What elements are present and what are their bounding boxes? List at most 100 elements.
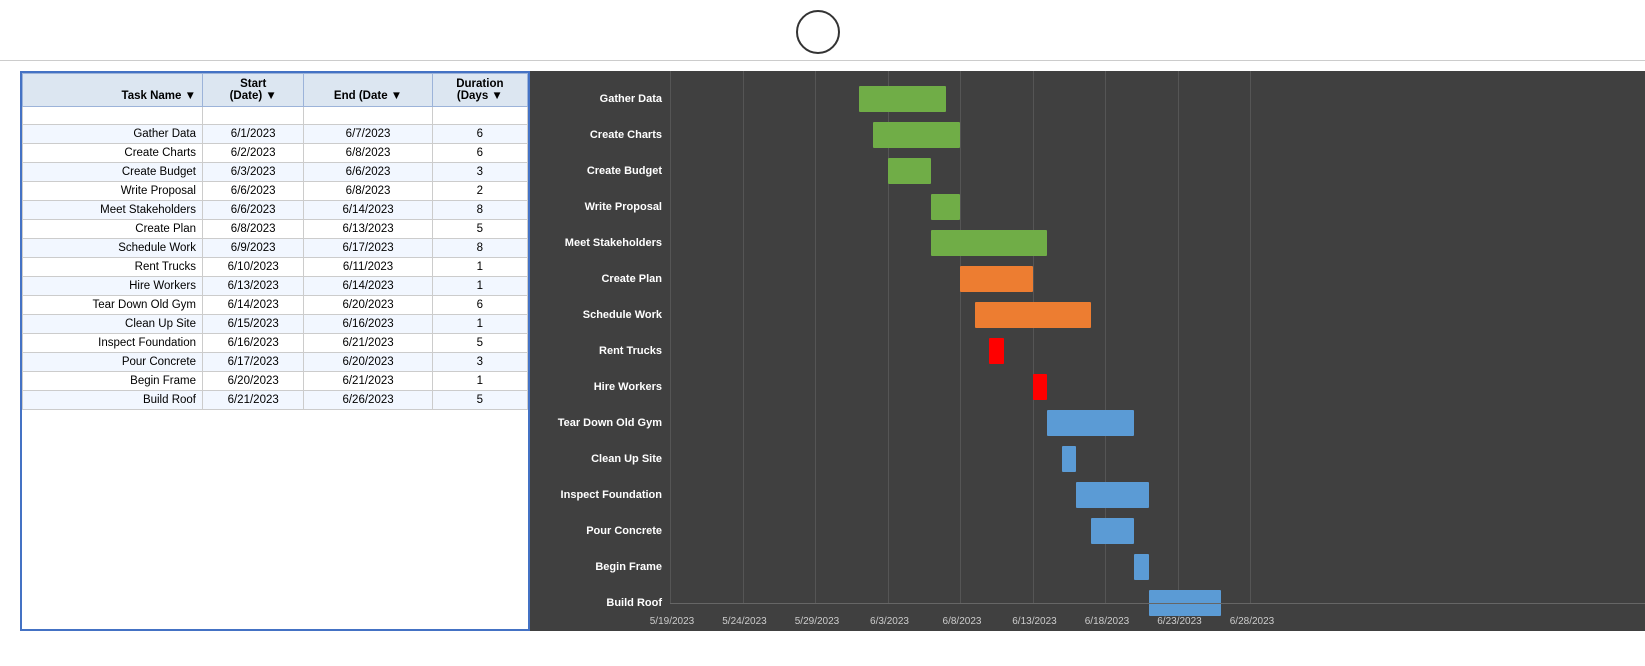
chart-row-label: Schedule Work (530, 297, 670, 333)
task-duration: 5 (432, 220, 527, 239)
task-start: 6/13/2023 (203, 277, 304, 296)
task-start: 6/6/2023 (203, 201, 304, 220)
task-end: 6/20/2023 (304, 296, 432, 315)
task-name: Create Charts (23, 144, 203, 163)
task-start: 6/14/2023 (203, 296, 304, 315)
chart-row-label: Inspect Foundation (530, 477, 670, 513)
table-row: Create Plan 6/8/2023 6/13/2023 5 (23, 220, 528, 239)
gantt-bar (1062, 446, 1077, 471)
chart-row-label: Clean Up Site (530, 441, 670, 477)
xaxis-date-label: 6/28/2023 (1222, 616, 1282, 627)
chart-row-label: Rent Trucks (530, 333, 670, 369)
task-duration: 1 (432, 277, 527, 296)
table-row: Create Budget 6/3/2023 6/6/2023 3 (23, 163, 528, 182)
task-name: Build Roof (23, 391, 203, 410)
task-end: 6/16/2023 (304, 315, 432, 334)
task-name: Meet Stakeholders (23, 201, 203, 220)
table-row: Build Roof 6/21/2023 6/26/2023 5 (23, 391, 528, 410)
xaxis-date-label: 5/19/2023 (642, 616, 702, 627)
task-duration: 5 (432, 391, 527, 410)
header (0, 0, 1645, 61)
table-row: Inspect Foundation 6/16/2023 6/21/2023 5 (23, 334, 528, 353)
task-end: 6/21/2023 (304, 372, 432, 391)
gantt-bar (1047, 410, 1134, 435)
task-start: 6/21/2023 (203, 391, 304, 410)
col-start: Start(Date) ▼ (203, 74, 304, 107)
task-duration: 1 (432, 258, 527, 277)
task-end: 6/14/2023 (304, 201, 432, 220)
task-duration: 6 (432, 144, 527, 163)
task-duration: 8 (432, 201, 527, 220)
task-start: 6/10/2023 (203, 258, 304, 277)
table-row: Tear Down Old Gym 6/14/2023 6/20/2023 6 (23, 296, 528, 315)
x-axis: 5/19/20235/24/20235/29/20236/3/20236/8/2… (670, 603, 1645, 631)
table-row: Clean Up Site 6/15/2023 6/16/2023 1 (23, 315, 528, 334)
gantt-bar (888, 158, 932, 183)
task-duration: 6 (432, 125, 527, 144)
pm-logo (796, 10, 840, 54)
task-name: Begin Frame (23, 372, 203, 391)
gantt-bar (975, 302, 1091, 327)
table-row: Begin Frame 6/20/2023 6/21/2023 1 (23, 372, 528, 391)
task-start: 6/8/2023 (203, 220, 304, 239)
table-row: Write Proposal 6/6/2023 6/8/2023 2 (23, 182, 528, 201)
xaxis-date-label: 5/24/2023 (715, 616, 775, 627)
task-end: 6/13/2023 (304, 220, 432, 239)
task-name: Pour Concrete (23, 353, 203, 372)
task-duration: 1 (432, 315, 527, 334)
task-end: 6/20/2023 (304, 353, 432, 372)
task-name: Create Budget (23, 163, 203, 182)
task-duration: 2 (432, 182, 527, 201)
task-name: Clean Up Site (23, 315, 203, 334)
bars-area (670, 71, 1645, 603)
gantt-bar (931, 230, 1047, 255)
gantt-bar (960, 266, 1033, 291)
chart-labels: Gather DataCreate ChartsCreate BudgetWri… (530, 71, 670, 631)
table-row: Gather Data 6/1/2023 6/7/2023 6 (23, 125, 528, 144)
task-name: Inspect Foundation (23, 334, 203, 353)
task-start: 6/20/2023 (203, 372, 304, 391)
gantt-bar (1134, 554, 1149, 579)
task-start: 6/9/2023 (203, 239, 304, 258)
chart-row-label: Write Proposal (530, 189, 670, 225)
task-duration: 8 (432, 239, 527, 258)
task-end: 6/8/2023 (304, 144, 432, 163)
table-row: Rent Trucks 6/10/2023 6/11/2023 1 (23, 258, 528, 277)
task-name: Create Plan (23, 220, 203, 239)
table-row: Hire Workers 6/13/2023 6/14/2023 1 (23, 277, 528, 296)
gantt-bar (1076, 482, 1149, 507)
task-end: 6/11/2023 (304, 258, 432, 277)
task-end: 6/21/2023 (304, 334, 432, 353)
task-name: Rent Trucks (23, 258, 203, 277)
chart-row-label: Create Plan (530, 261, 670, 297)
xaxis-date-label: 5/29/2023 (787, 616, 847, 627)
chart-row-label: Gather Data (530, 81, 670, 117)
task-end: 6/6/2023 (304, 163, 432, 182)
gantt-bar (989, 338, 1004, 363)
gantt-bar (931, 194, 960, 219)
col-duration: Duration(Days ▼ (432, 74, 527, 107)
table-row: Schedule Work 6/9/2023 6/17/2023 8 (23, 239, 528, 258)
task-duration: 1 (432, 372, 527, 391)
chart-row-label: Create Budget (530, 153, 670, 189)
gantt-bar (859, 86, 946, 111)
task-end: 6/7/2023 (304, 125, 432, 144)
task-start: 6/16/2023 (203, 334, 304, 353)
xaxis-date-label: 6/23/2023 (1150, 616, 1210, 627)
gantt-bar (1091, 518, 1135, 543)
task-start: 6/2/2023 (203, 144, 304, 163)
xaxis-date-label: 6/3/2023 (860, 616, 920, 627)
task-start: 6/1/2023 (203, 125, 304, 144)
task-end: 6/8/2023 (304, 182, 432, 201)
task-table: Task Name ▼ Start(Date) ▼ End (Date ▼ Du… (22, 73, 528, 410)
chart-row-label: Create Charts (530, 117, 670, 153)
chart-row-label: Pour Concrete (530, 513, 670, 549)
gantt-bar (1033, 374, 1048, 399)
task-duration: 6 (432, 296, 527, 315)
task-name: Schedule Work (23, 239, 203, 258)
chart-row-label: Begin Frame (530, 549, 670, 585)
task-duration: 3 (432, 353, 527, 372)
chart-row-label: Hire Workers (530, 369, 670, 405)
task-start: 6/15/2023 (203, 315, 304, 334)
gantt-chart-area: Gather DataCreate ChartsCreate BudgetWri… (530, 71, 1645, 631)
